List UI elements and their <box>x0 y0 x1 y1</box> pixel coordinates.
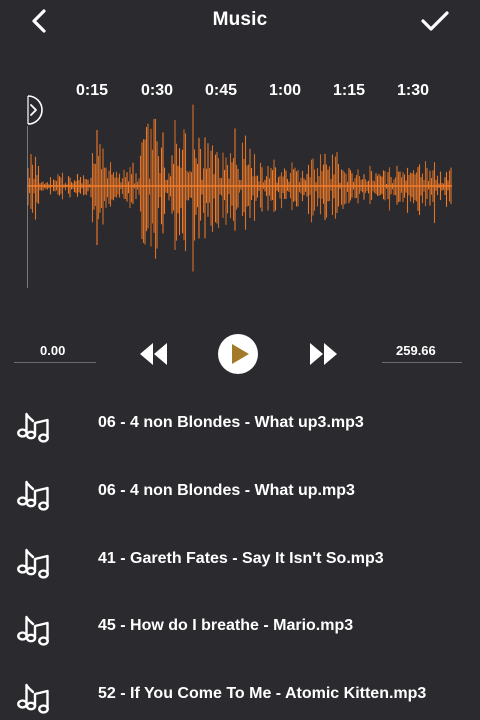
done-button[interactable] <box>418 6 452 36</box>
rewind-button[interactable] <box>138 340 170 368</box>
playhead-handle[interactable] <box>4 94 48 126</box>
waveform-display[interactable] <box>0 96 480 296</box>
page-title: Music <box>212 9 268 30</box>
list-item[interactable]: 06 - 4 non Blondes - What up3.mp3 <box>0 398 480 458</box>
list-item[interactable]: 52 - If You Come To Me - Atomic Kitten.m… <box>0 669 480 720</box>
music-note-icon <box>16 476 56 512</box>
music-editor-screen: Music 0:15 0:30 0:45 1:00 1:15 1:30 0.00 <box>0 0 480 720</box>
start-time: 0.00 <box>40 343 66 358</box>
track-title: 41 - Gareth Fates - Say It Isn't So.mp3 <box>98 550 384 567</box>
playhead-handle-icon <box>27 95 43 125</box>
fast-forward-button[interactable] <box>307 340 339 368</box>
end-time: 259.66 <box>396 343 436 358</box>
rewind-icon <box>140 343 167 365</box>
music-note-icon <box>16 679 56 715</box>
playhead-line <box>27 126 28 288</box>
track-title: 45 - How do I breathe - Mario.mp3 <box>98 617 354 634</box>
play-icon <box>218 334 258 374</box>
waveform-graph[interactable] <box>0 96 480 296</box>
fast-forward-icon <box>310 343 337 365</box>
music-note-icon <box>16 408 56 444</box>
track-title: 52 - If You Come To Me - Atomic Kitten.m… <box>98 685 427 702</box>
list-item[interactable]: 06 - 4 non Blondes - What up.mp3 <box>0 466 480 526</box>
play-button[interactable] <box>217 333 259 375</box>
music-note-icon <box>16 544 56 580</box>
start-time-underline <box>14 362 96 363</box>
music-note-icon <box>16 611 56 647</box>
track-title: 06 - 4 non Blondes - What up.mp3 <box>98 482 355 499</box>
header-bar: Music <box>0 0 480 40</box>
track-title: 06 - 4 non Blondes - What up3.mp3 <box>98 414 364 431</box>
list-item[interactable]: 41 - Gareth Fates - Say It Isn't So.mp3 <box>0 534 480 594</box>
end-time-underline <box>382 362 462 363</box>
waveform-bars <box>27 104 452 272</box>
checkmark-icon <box>421 11 449 31</box>
list-item[interactable]: 45 - How do I breathe - Mario.mp3 <box>0 601 480 661</box>
